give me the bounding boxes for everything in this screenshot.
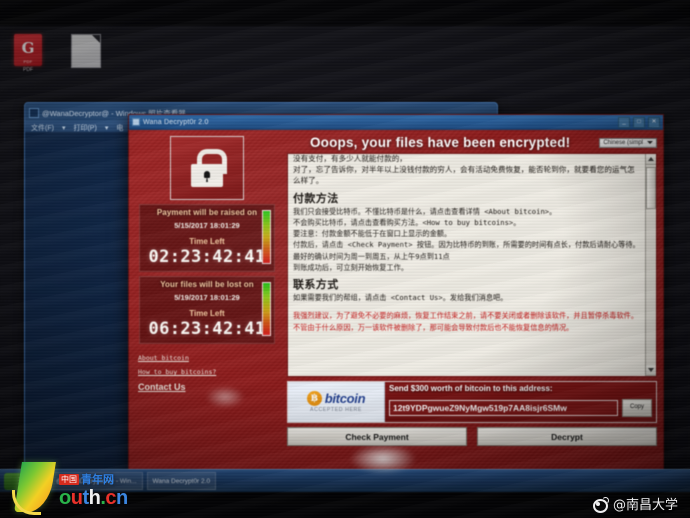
payment-timer-timeleft-label: Time Left xyxy=(189,237,225,246)
language-select[interactable]: Chinese (simpl xyxy=(599,137,657,148)
scrollbar-thumb[interactable] xyxy=(646,167,656,209)
about-bitcoin-link[interactable]: About bitcoin xyxy=(138,354,284,362)
payment-timer-date: 5/15/2017 18:01:29 xyxy=(174,221,240,230)
wana-body: Payment will be raised on 5/15/2017 18:0… xyxy=(129,130,663,490)
payment-method-heading: 付款方法 xyxy=(293,191,339,205)
padlock-icon xyxy=(170,136,244,200)
files-lost-timer: Your files will be lost on 5/19/2017 18:… xyxy=(139,276,275,344)
scroll-down-icon[interactable] xyxy=(646,365,656,376)
wana-text-area[interactable]: 没有支付，有多少人就能付款的， 对了，忘了告诉你，对半年以上没钱付款的穷人，会有… xyxy=(287,153,657,377)
bitcoin-instruction: Send $300 worth of bitcoin to this addre… xyxy=(389,384,553,393)
chevron-down-icon xyxy=(647,141,653,144)
text-scrollbar[interactable] xyxy=(645,154,656,376)
files-lost-timeleft-label: Time Left xyxy=(189,309,225,318)
bitcoin-payment-bar: ฿ bitcoin ACCEPTED HERE Send $300 worth … xyxy=(287,381,657,423)
payment-raised-timer: Payment will be raised on 5/15/2017 18:0… xyxy=(139,204,275,272)
pdf-file-icon[interactable]: PDF xyxy=(10,34,46,73)
bitcoin-brand-text: bitcoin xyxy=(324,391,366,406)
menu-separator-2: ▾ xyxy=(104,124,109,132)
taskbar-item-wana-decryptor[interactable]: Wana Decrypt0r 2.0 xyxy=(146,472,217,490)
contact-us-link[interactable]: Contact Us xyxy=(138,382,284,392)
wana-window-title: Wana Decrypt0r 2.0 xyxy=(143,118,209,126)
wana-window-icon xyxy=(132,118,140,126)
intro-paragraph: 对了，忘了告诉你，对半年以上没钱付款的穷人，会有活动免费恢复，能否轮到你，就要看… xyxy=(293,165,635,186)
wana-text-content: 没有支付，有多少人就能付款的， 对了，忘了告诉你，对半年以上没钱付款的穷人，会有… xyxy=(288,154,645,376)
weibo-handle: @南昌大学 xyxy=(612,498,678,513)
copy-button[interactable]: Copy xyxy=(622,398,652,417)
wana-decryptor-window[interactable]: Wana Decrypt0r 2.0 _ □ ✕ Payment will be… xyxy=(128,114,664,491)
pdf-file-label: PDF xyxy=(23,67,33,73)
windows-desktop: PDF @WanaDecryptor@ - Windows 照片查看器 文件(F… xyxy=(0,26,690,492)
scroll-up-icon[interactable] xyxy=(646,154,656,165)
weibo-icon xyxy=(592,497,609,513)
wana-titlebar[interactable]: Wana Decrypt0r 2.0 _ □ ✕ xyxy=(129,115,663,130)
language-select-value: Chinese (simpl xyxy=(603,139,643,146)
close-button[interactable]: ✕ xyxy=(648,116,660,128)
intro-clipped-line: 没有支付，有多少人就能付款的， xyxy=(293,154,407,163)
wana-header: Ooops, your files have been encrypted! C… xyxy=(287,133,657,153)
bitcoin-logo: ฿ bitcoin ACCEPTED HERE xyxy=(288,382,385,422)
scrollbar-track[interactable] xyxy=(646,165,656,365)
payment-line-2: 不会购买比特币，请点击查看购买方法。<How to buy bitcoins>。 xyxy=(293,218,521,228)
bitcoin-address-row: 12t9YDPgwueZ9NyMgw519p7AA8isjr6SMw Copy xyxy=(389,395,652,420)
watermark-en-text: outh.cn xyxy=(59,487,128,509)
files-lost-date: 5/19/2017 18:01:29 xyxy=(174,293,240,302)
page-title: Ooops, your files have been encrypted! xyxy=(309,135,571,150)
menu-item-file[interactable]: 文件(F) xyxy=(31,123,54,133)
contact-line-1: 如果需要我们的帮组，请点击 <Contact Us>。发给我们消息吧。 xyxy=(293,293,508,303)
youth-cn-logo-icon xyxy=(12,456,58,515)
payment-timer-clock: 02:23:42:41 xyxy=(148,247,266,267)
files-lost-gauge xyxy=(262,282,271,336)
bitcoin-address-field[interactable]: 12t9YDPgwueZ9NyMgw519p7AA8isjr6SMw xyxy=(389,399,618,416)
warning-paragraph: 我强烈建议，为了避免不必要的麻烦，恢复工作结束之前，请不要关闭或者删除该软件，并… xyxy=(293,311,639,332)
payment-line-6: 到账成功后，可立刻开始恢复工作。 xyxy=(293,262,409,272)
pdf-file-glyph xyxy=(14,34,42,66)
decrypt-button[interactable]: Decrypt xyxy=(477,427,657,446)
payment-timer-gauge xyxy=(262,210,271,264)
youth-cn-watermark: 中国 青年网 outh.cn xyxy=(12,456,128,515)
text-file-icon[interactable] xyxy=(68,34,104,69)
how-to-buy-bitcoins-link[interactable]: How to buy bitcoins? xyxy=(138,368,284,376)
minimize-button[interactable]: _ xyxy=(618,116,630,128)
wana-left-panel: Payment will be raised on 5/15/2017 18:0… xyxy=(129,130,285,490)
weibo-watermark: @南昌大学 xyxy=(592,494,678,513)
contact-heading: 联系方式 xyxy=(293,278,339,292)
menu-item-print[interactable]: 打印(P) xyxy=(73,123,96,133)
payment-timer-label: Payment will be raised on xyxy=(156,208,258,217)
wana-links: About bitcoin How to buy bitcoins? Conta… xyxy=(130,354,284,398)
bitcoin-accepted-text: ACCEPTED HERE xyxy=(310,407,362,413)
payment-line-5: 最好的确认时间为周一到周五，从上午9点到11点 xyxy=(293,251,450,261)
bitcoin-details: Send $300 worth of bitcoin to this addre… xyxy=(385,382,656,422)
watermark-cn-box: 中国 xyxy=(59,473,79,485)
files-lost-label: Your files will be lost on xyxy=(160,280,254,289)
watermark-cn-word: 青年网 xyxy=(81,473,114,486)
wana-right-panel: Ooops, your files have been encrypted! C… xyxy=(285,130,663,490)
maximize-button[interactable]: □ xyxy=(633,116,645,128)
files-lost-clock: 06:23:42:41 xyxy=(148,319,266,339)
text-file-glyph xyxy=(71,34,101,68)
menu-separator-1: ▾ xyxy=(61,124,66,132)
photo-viewer-icon xyxy=(29,108,39,118)
payment-line-3: 要注意：付款金额不能低于在窗口上显示的金额。 xyxy=(293,229,452,239)
payment-line-4: 付款后，请点击 <Check Payment> 按钮。因为比特币的到账，所需要的… xyxy=(293,240,640,250)
menu-item-mail[interactable]: 电 xyxy=(116,123,123,133)
bitcoin-symbol-icon: ฿ xyxy=(306,391,322,406)
check-payment-button[interactable]: Check Payment xyxy=(287,427,467,446)
payment-line-1: 我们只会接受比特币。不懂比特币是什么，请点击查看详情 <About bitcoi… xyxy=(293,206,557,216)
photographed-monitor: PDF @WanaDecryptor@ - Windows 照片查看器 文件(F… xyxy=(0,0,690,518)
wana-action-buttons: Check Payment Decrypt xyxy=(287,427,657,446)
